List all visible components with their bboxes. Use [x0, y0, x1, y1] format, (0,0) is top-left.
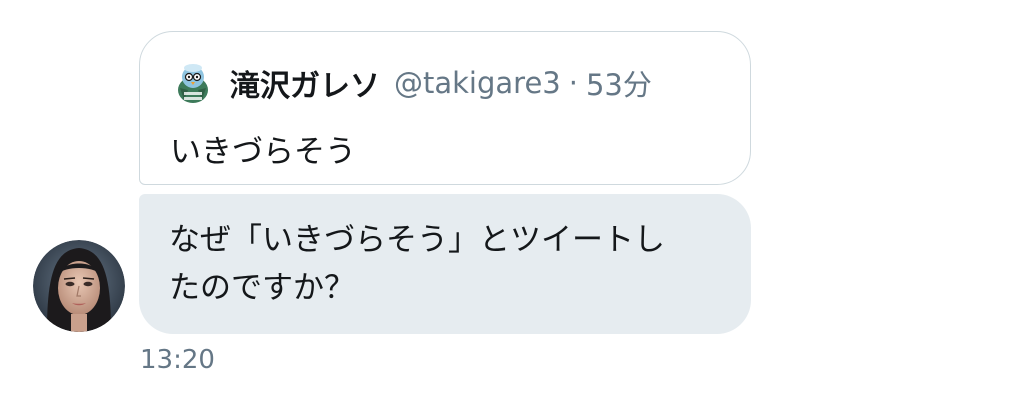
quoted-tweet-header: 滝沢ガレソ @takigare3 · 53分: [170, 60, 652, 106]
quoted-display-name[interactable]: 滝沢ガレソ: [230, 61, 380, 105]
message-bubble[interactable]: なぜ「いきづらそう」とツイートし たのですか？: [139, 194, 751, 334]
sender-avatar[interactable]: [33, 240, 125, 332]
message-text: なぜ「いきづらそう」とツイートし たのですか？: [169, 216, 721, 312]
message-timestamp: 13:20: [140, 345, 215, 375]
quoted-time-ago[interactable]: 53分: [586, 62, 652, 104]
header-separator: ·: [568, 66, 578, 100]
message-line-1: なぜ「いきづらそう」とツイートし: [169, 222, 665, 258]
message-line-2: たのですか？: [169, 270, 355, 306]
bird-avatar-icon[interactable]: [170, 60, 216, 106]
quoted-tweet-text: いきづらそう: [170, 134, 356, 170]
quoted-tweet-card[interactable]: 滝沢ガレソ @takigare3 · 53分 いきづらそう: [139, 31, 751, 185]
quoted-handle[interactable]: @takigare3: [394, 66, 561, 100]
